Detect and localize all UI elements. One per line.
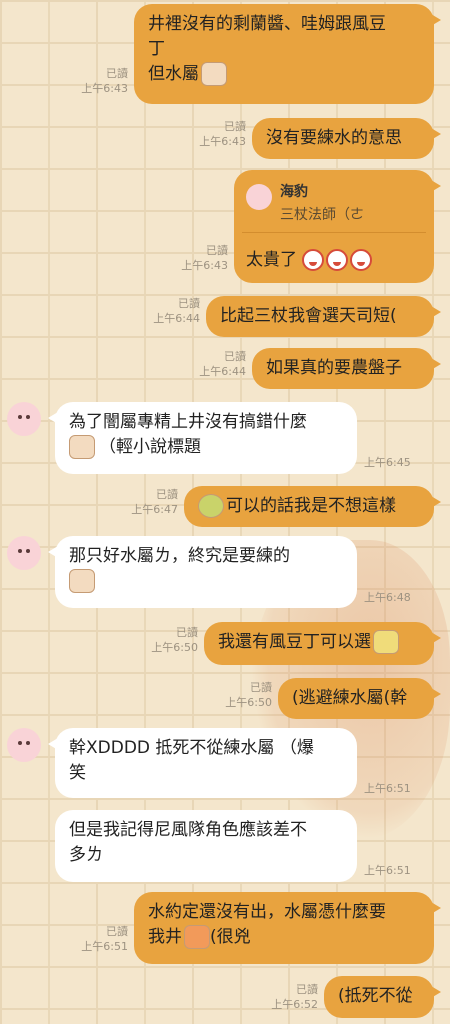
emoji-sticker-icon bbox=[69, 569, 95, 593]
message-time: 上午6:48 bbox=[364, 591, 411, 604]
message-meta: 已讀 上午6:47 bbox=[131, 488, 178, 516]
emoji-sticker-icon bbox=[373, 630, 399, 654]
message-bubble-outgoing[interactable]: (逃避練水屬(幹 bbox=[278, 678, 441, 719]
message-meta: 已讀 上午6:43 bbox=[81, 67, 128, 95]
emoji-face-icon bbox=[302, 249, 325, 271]
emoji-face-icon bbox=[326, 249, 349, 271]
message-time: 上午6:51 bbox=[364, 864, 411, 877]
reply-sender-name: 海豹 bbox=[280, 184, 308, 200]
message-bubble-outgoing[interactable]: 井裡沒有的剩蘭醬、哇姆跟風豆 丁 但水屬 bbox=[134, 4, 441, 104]
message-bubble-incoming[interactable]: 但是我記得尼風隊角色應該差不 多ㄌ bbox=[55, 810, 357, 882]
message-bubble-outgoing[interactable]: 沒有要練水的意思 bbox=[252, 118, 441, 159]
message-bubble-outgoing[interactable]: 如果真的要農盤子 bbox=[252, 348, 441, 389]
message-meta: 已讀 上午6:50 bbox=[151, 626, 198, 654]
message-meta: 已讀 上午6:50 bbox=[225, 681, 272, 709]
message-bubble-incoming[interactable]: 幹XDDDD 抵死不從練水屬 （爆 笑 bbox=[48, 728, 357, 798]
sender-avatar[interactable] bbox=[7, 536, 41, 570]
message-time: 上午6:45 bbox=[364, 456, 411, 469]
message-meta: 已讀 上午6:51 bbox=[81, 925, 128, 953]
reply-message-bubble[interactable]: 海豹 三杖法師（ㄜ 太貴了 bbox=[234, 170, 441, 283]
reply-avatar bbox=[246, 184, 272, 210]
message-bubble-incoming[interactable]: 為了闇屬專精上井沒有搞錯什麼 （輕小說標題 bbox=[48, 402, 357, 474]
emoji-face-icon bbox=[350, 249, 373, 271]
emoji-sticker-icon bbox=[201, 62, 227, 86]
message-meta: 已讀 上午6:43 bbox=[181, 244, 228, 272]
message-bubble-incoming[interactable]: 那只好水屬ㄌ，終究是要練的 bbox=[48, 536, 357, 608]
sender-avatar[interactable] bbox=[7, 402, 41, 436]
reply-divider bbox=[242, 232, 426, 233]
message-bubble-outgoing[interactable]: (抵死不從 bbox=[324, 976, 441, 1018]
message-meta: 已讀 上午6:44 bbox=[199, 350, 246, 378]
message-bubble-outgoing[interactable]: 我還有風豆丁可以選 bbox=[204, 622, 441, 665]
fox-sticker-icon bbox=[184, 925, 210, 949]
message-bubble-outgoing[interactable]: 可以的話我是不想這樣 bbox=[184, 486, 441, 527]
emoji-sticker-icon bbox=[198, 494, 224, 518]
message-time: 上午6:51 bbox=[364, 782, 411, 795]
message-meta: 已讀 上午6:44 bbox=[153, 297, 200, 325]
sender-avatar[interactable] bbox=[7, 728, 41, 762]
message-bubble-outgoing[interactable]: 比起三杖我會選天司短( bbox=[206, 296, 441, 337]
reply-quoted-text: 三杖法師（ㄜ bbox=[280, 207, 364, 223]
message-text: 太貴了 bbox=[246, 250, 297, 270]
emoji-sticker-icon bbox=[69, 435, 95, 459]
message-bubble-outgoing[interactable]: 水約定還沒有出，水屬憑什麼要 我井 (很兇 bbox=[134, 892, 441, 964]
message-meta: 已讀 上午6:43 bbox=[199, 120, 246, 148]
message-meta: 已讀 上午6:52 bbox=[271, 983, 318, 1011]
